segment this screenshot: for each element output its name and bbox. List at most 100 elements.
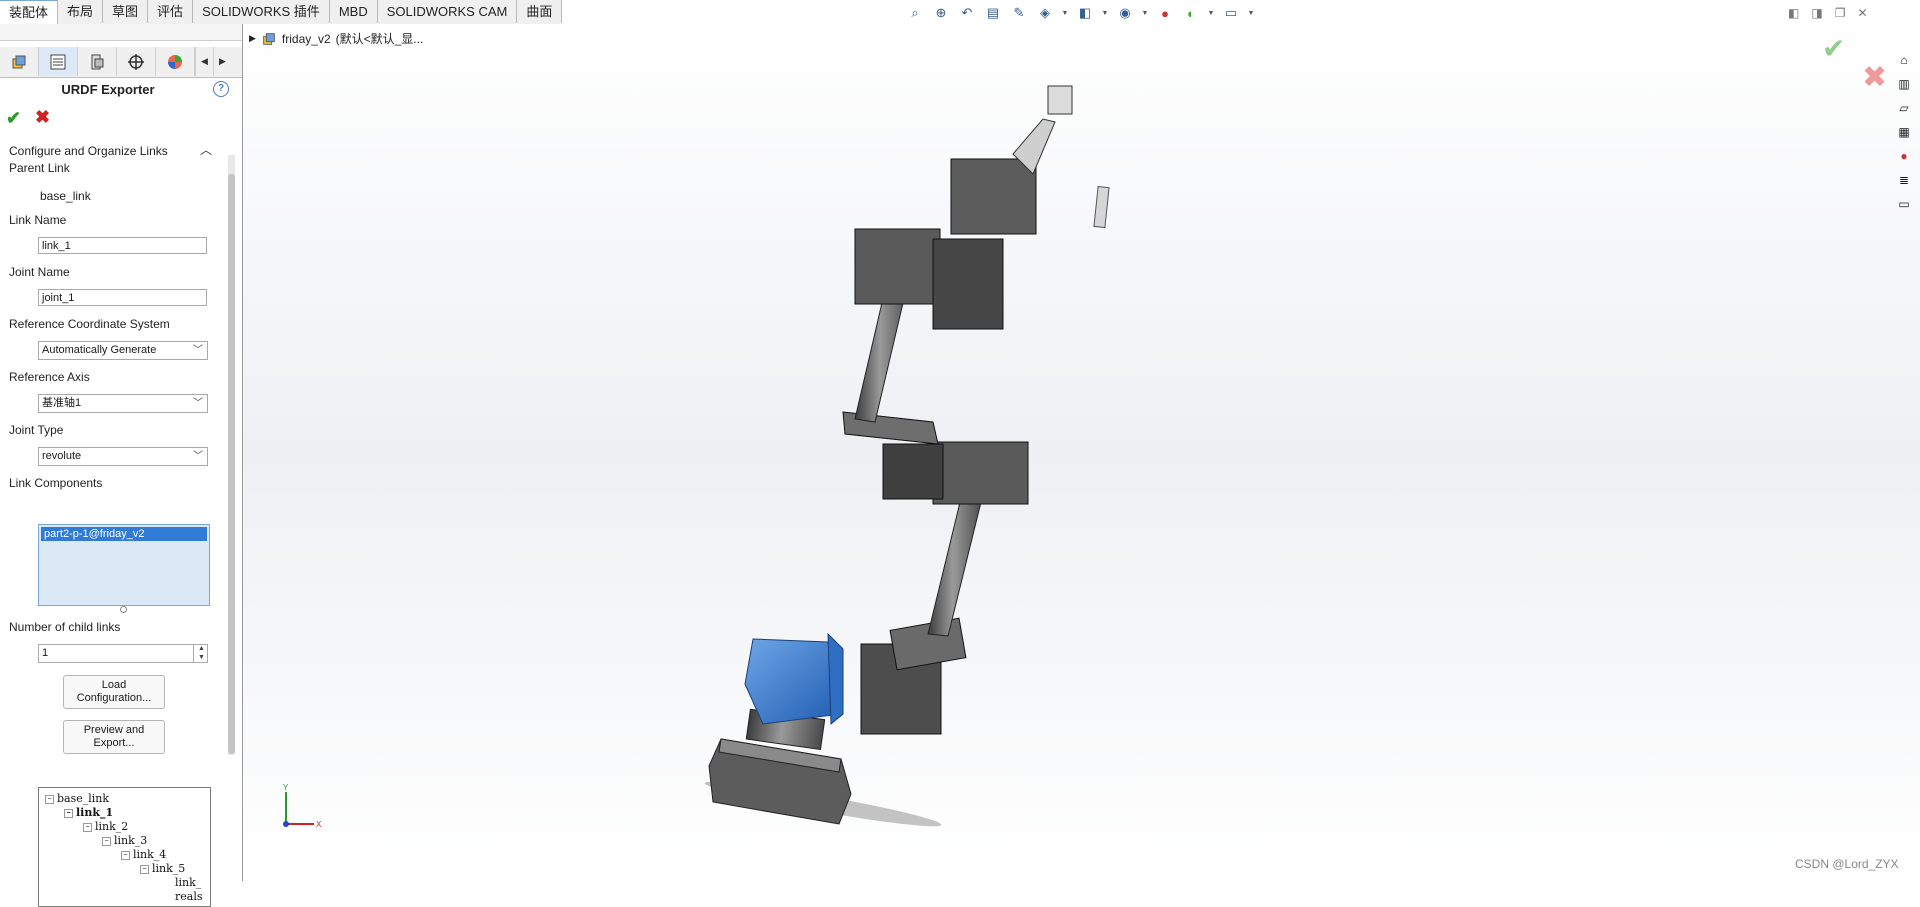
chevron-down-icon[interactable]: ▼ [1207,4,1215,22]
link-name-label: Link Name [9,213,67,227]
document-name: friday_v2 [281,31,331,46]
chevron-down-icon[interactable]: ▼ [1141,4,1149,22]
child-links-label: Number of child links [9,620,121,634]
link-tree: − base_link − link_1 − link_2 − link_3 − link… [38,787,211,907]
design-library-icon[interactable]: ▥ [1894,74,1914,94]
confirm-corner-ok-icon[interactable]: ✔ [1822,32,1845,65]
link-components-list[interactable]: part2-p-1@friday_v2 [38,524,210,606]
edit-appearance-icon[interactable]: ● [1155,4,1175,22]
graphics-area[interactable] [243,24,1920,881]
view-settings-icon[interactable]: ▭ [1221,4,1241,22]
feature-manager-tab[interactable] [0,47,39,76]
zoom-to-fit-icon[interactable]: ⌕ [905,4,925,22]
breadcrumb[interactable]: ▶ friday_v2 (默认<默认_显... [249,30,423,47]
joint-type-select[interactable]: revolute ﹀ [38,447,208,466]
view-orientation-icon[interactable]: ◈ [1035,4,1055,22]
reference-axis-value: 基准轴1 [42,397,82,409]
appearances-icon[interactable]: ● [1894,146,1914,166]
reference-coordinate-select[interactable]: Automatically Generate ﹀ [38,341,208,360]
tab-layout[interactable]: 布局 [58,0,104,23]
command-tabs: 装配体 布局 草图 评估 SOLIDWORKS 插件 MBD SOLIDWORK… [0,0,563,25]
spin-arrows-icon[interactable]: ▲ ▼ [193,644,209,663]
display-manager-tab[interactable] [156,47,195,76]
tile-right-icon[interactable]: ◨ [1811,6,1822,20]
confirm-corner-cancel-icon[interactable]: ✖ [1862,60,1887,95]
collapse-icon[interactable]: − [140,864,149,874]
assembly-icon [263,32,275,45]
scrollbar-thumb[interactable] [228,174,235,754]
parent-link-value: base_link [40,189,91,203]
chevron-down-icon[interactable]: ▼ [1247,4,1255,22]
tree-node[interactable]: − link_3 [102,834,147,847]
tree-node[interactable]: − base_link [45,792,109,805]
configuration-icon [91,54,104,69]
tile-left-icon[interactable]: ◧ [1788,6,1799,20]
link-name-field[interactable]: link_1 [38,237,207,254]
robot-arm-model[interactable] [243,24,1920,881]
close-icon[interactable]: ✕ [1857,6,1867,20]
chevron-down-icon: ﹀ [193,451,203,462]
resize-grip-icon[interactable] [120,606,127,613]
dynamic-annotation-icon[interactable]: ✎ [1009,4,1029,22]
parent-link-label: Parent Link [9,161,70,175]
group-header: Configure and Organize Links [9,144,168,158]
tab-assembly[interactable]: 装配体 [0,0,59,24]
configuration-name: (默认<默认_显... [335,32,424,46]
section-view-icon[interactable]: ▤ [983,4,1003,22]
collapse-chevron-icon[interactable]: ︿ [200,141,212,158]
tab-mbd[interactable]: MBD [330,0,378,23]
display-style-icon[interactable]: ◧ [1075,4,1095,22]
tab-cam[interactable]: SOLIDWORKS CAM [378,0,518,23]
tree-node[interactable]: − link_2 [83,820,128,833]
property-list-icon [50,54,66,69]
help-icon[interactable]: ? [213,81,229,97]
scroll-right-icon[interactable]: ▶ [213,47,231,76]
svg-text:X: X [316,820,322,829]
chevron-down-icon: ﹀ [193,398,203,409]
tree-node[interactable]: − link_5 [140,862,185,875]
collapse-icon[interactable]: − [121,850,130,860]
tab-sketch[interactable]: 草图 [103,0,149,23]
load-configuration-button[interactable]: Load Configuration... [63,675,165,709]
custom-properties-icon[interactable]: ≣ [1894,170,1914,190]
child-links-stepper[interactable]: 1 [38,644,208,663]
dimxpert-manager-tab[interactable] [117,47,156,76]
watermark: CSDN @Lord_ZYX [1795,857,1899,871]
restore-icon[interactable]: ❐ [1835,6,1846,20]
tab-addins[interactable]: SOLIDWORKS 插件 [193,0,330,23]
reference-axis-select[interactable]: 基准轴1 ﹀ [38,394,208,413]
forum-icon[interactable]: ▭ [1894,194,1914,214]
scroll-left-icon[interactable]: ◀ [195,47,213,76]
cancel-x-icon[interactable]: ✖ [35,107,50,128]
joint-name-label: Joint Name [9,265,70,279]
chevron-down-icon[interactable]: ▼ [1101,4,1109,22]
home-icon[interactable]: ⌂ [1894,50,1914,70]
tab-evaluate[interactable]: 评估 [148,0,194,23]
collapse-icon[interactable]: − [45,794,54,804]
chevron-down-icon[interactable]: ▼ [1061,4,1069,22]
configuration-manager-tab[interactable] [78,47,117,76]
tree-node[interactable]: link_ [175,876,201,889]
tree-node[interactable]: − link_4 [121,848,166,861]
scenes-icon[interactable]: ◐ [1181,4,1201,22]
joint-name-field[interactable]: joint_1 [38,289,207,306]
tree-node[interactable]: reals [175,890,203,903]
reference-coordinate-label: Reference Coordinate System [9,317,170,331]
expand-arrow-icon[interactable]: ▶ [249,33,256,44]
list-item[interactable]: part2-p-1@friday_v2 [41,527,207,541]
zoom-to-area-icon[interactable]: ⊕ [931,4,951,22]
tab-surfaces[interactable]: 曲面 [517,0,563,23]
collapse-icon[interactable]: − [102,836,111,846]
property-manager-tab[interactable] [39,47,78,76]
panel-splitter[interactable] [0,24,242,41]
preview-export-button[interactable]: Preview and Export... [63,720,165,754]
ok-check-icon[interactable]: ✔ [6,108,21,129]
svg-text:Y: Y [283,783,289,792]
file-explorer-icon[interactable]: ▱ [1894,98,1914,118]
collapse-icon[interactable]: − [64,808,73,818]
view-palette-icon[interactable]: ▦ [1894,122,1914,142]
tree-node[interactable]: − link_1 [64,806,113,819]
collapse-icon[interactable]: − [83,822,92,832]
previous-view-icon[interactable]: ↶ [957,4,977,22]
hide-show-icon[interactable]: ◉ [1115,4,1135,22]
